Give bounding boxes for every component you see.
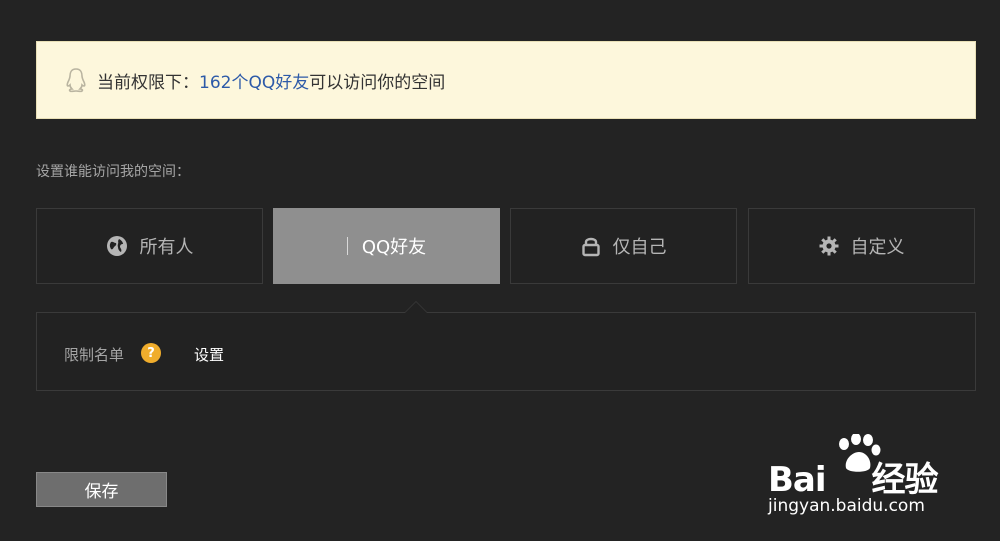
logo-prefix: Bai	[768, 460, 827, 500]
restriction-panel: 限制名单 ? 设置	[36, 301, 976, 391]
option-custom-label: 自定义	[850, 237, 905, 258]
globe-icon	[106, 235, 128, 257]
option-only-me-label: 仅自己	[612, 237, 667, 258]
option-only-me[interactable]: 仅自己	[510, 208, 737, 284]
gear-icon	[819, 236, 839, 256]
restriction-list-label: 限制名单	[64, 346, 125, 364]
option-everyone[interactable]: 所有人	[36, 208, 263, 284]
watermark-url: jingyan.baidu.com	[768, 496, 925, 516]
option-everyone-label: 所有人	[139, 237, 194, 258]
lock-icon	[581, 235, 601, 257]
access-section-label: 设置谁能访问我的空间：	[36, 164, 190, 180]
save-button[interactable]: 保存	[36, 472, 167, 507]
baidu-logo-text: Bai 经验	[768, 452, 939, 501]
option-qq-friends-label: QQ好友	[361, 237, 427, 258]
restriction-settings-link[interactable]: 设置	[194, 344, 224, 365]
baidu-jingyan-watermark: Bai 经验 jingyan.baidu.com	[768, 432, 968, 522]
logo-suffix: 经验	[871, 460, 939, 500]
option-custom[interactable]: 自定义	[748, 208, 975, 284]
notice-text: 当前权限下：162个QQ好友可以访问你的空间	[97, 68, 445, 93]
panel-pointer-inner	[405, 302, 427, 313]
notice-prefix: 当前权限下：	[97, 72, 199, 93]
qq-penguin-icon	[65, 67, 87, 93]
access-options: 所有人 QQ好友 仅自己 自定义	[36, 208, 976, 285]
friend-count-link[interactable]: 162个QQ好友	[199, 73, 309, 93]
option-qq-friends[interactable]: QQ好友	[273, 208, 500, 284]
help-icon[interactable]: ?	[141, 343, 161, 363]
tab-divider	[346, 237, 348, 255]
notice-suffix: 可以访问你的空间	[309, 72, 446, 93]
permission-notice: 当前权限下：162个QQ好友可以访问你的空间	[36, 41, 976, 119]
